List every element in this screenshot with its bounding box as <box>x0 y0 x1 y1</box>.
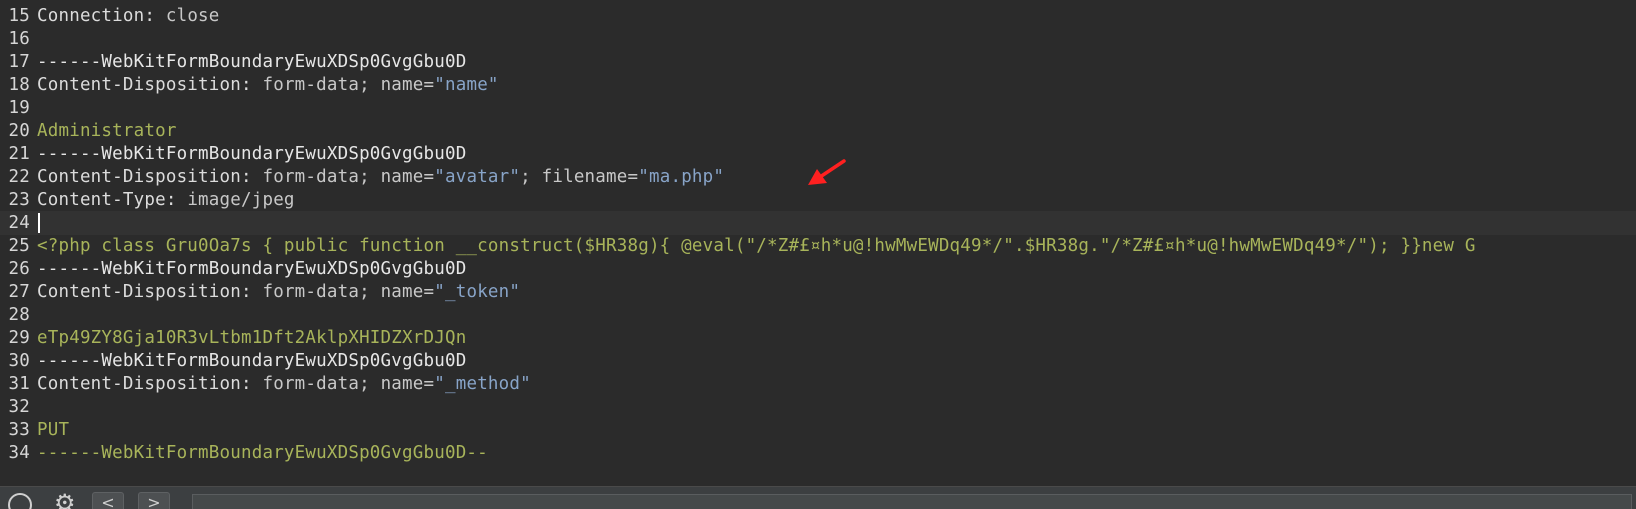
code-line: 32 <box>0 395 1636 419</box>
line-number: 32 <box>8 397 30 417</box>
line-number: 20 <box>8 121 30 141</box>
quoted-value: "avatar" <box>434 167 521 187</box>
line-number: 17 <box>8 52 30 72</box>
code-line: 23 Content-Type: image/jpeg <box>0 188 1636 212</box>
header-value: form-data; name= <box>262 75 435 95</box>
body-text: eTp49ZY8Gja10R3vLtbm1Dft2AklpXHIDZXrDJQn <box>37 328 467 348</box>
quoted-value: "name" <box>434 75 499 95</box>
filename-value: "ma.php" <box>638 167 725 187</box>
header-name: Connection: <box>37 6 166 26</box>
line-number: 25 <box>8 236 30 256</box>
header-name: Content-Disposition: <box>37 282 263 302</box>
previous-button[interactable]: < <box>92 492 124 509</box>
code-line: 28 <box>0 303 1636 327</box>
gear-icon[interactable]: ⚙ <box>54 491 76 509</box>
code-line: 27 Content-Disposition: form-data; name=… <box>0 280 1636 304</box>
line-number: 28 <box>8 305 30 325</box>
closing-boundary-text: ------WebKitFormBoundaryEwuXDSp0GvgGbu0D… <box>37 443 488 463</box>
text-caret <box>38 213 40 233</box>
header-value: form-data; name= <box>262 167 435 187</box>
quoted-value: "_method" <box>434 374 531 394</box>
current-code-line[interactable]: 24 <box>0 211 1636 235</box>
line-number: 21 <box>8 144 30 164</box>
line-number: 22 <box>8 167 30 187</box>
line-number: 26 <box>8 259 30 279</box>
line-number: 33 <box>8 420 30 440</box>
header-value: form-data; name= <box>262 374 435 394</box>
header-name: Content-Type: <box>37 190 188 210</box>
header-value: ; filename= <box>520 167 639 187</box>
header-value: close <box>165 6 220 26</box>
next-button[interactable]: > <box>138 492 170 509</box>
line-number: 18 <box>8 75 30 95</box>
quoted-value: "_token" <box>434 282 521 302</box>
line-number: 34 <box>8 443 30 463</box>
code-line: 25 <?php class Gru0Oa7s { public functio… <box>0 234 1636 258</box>
code-line: 29 eTp49ZY8Gja10R3vLtbm1Dft2AklpXHIDZXrD… <box>0 326 1636 350</box>
header-name: Content-Disposition: <box>37 167 263 187</box>
code-line: 16 <box>0 27 1636 51</box>
header-name: Content-Disposition: <box>37 374 263 394</box>
line-number: 29 <box>8 328 30 348</box>
boundary-text: ------WebKitFormBoundaryEwuXDSp0GvgGbu0D <box>37 259 467 279</box>
line-number: 27 <box>8 282 30 302</box>
line-number: 30 <box>8 351 30 371</box>
search-input[interactable] <box>192 494 1632 509</box>
code-line: 34 ------WebKitFormBoundaryEwuXDSp0GvgGb… <box>0 441 1636 465</box>
code-line: 31 Content-Disposition: form-data; name=… <box>0 372 1636 396</box>
header-value: form-data; name= <box>262 282 435 302</box>
code-line: 18 Content-Disposition: form-data; name=… <box>0 73 1636 97</box>
body-text: Administrator <box>37 121 177 141</box>
header-name: Content-Disposition: <box>37 75 263 95</box>
php-payload-text: <?php class Gru0Oa7s { public function _… <box>37 236 1476 256</box>
boundary-text: ------WebKitFormBoundaryEwuXDSp0GvgGbu0D <box>37 52 467 72</box>
code-line: 19 <box>0 96 1636 120</box>
code-line: 26 ------WebKitFormBoundaryEwuXDSp0GvgGb… <box>0 257 1636 281</box>
code-line: 30 ------WebKitFormBoundaryEwuXDSp0GvgGb… <box>0 349 1636 373</box>
boundary-text: ------WebKitFormBoundaryEwuXDSp0GvgGbu0D <box>37 144 467 164</box>
line-number: 24 <box>8 213 30 233</box>
line-number: 15 <box>8 6 30 26</box>
code-line: 20 Administrator <box>0 119 1636 143</box>
body-text: PUT <box>37 420 70 440</box>
red-arrow-annotation-icon <box>808 159 846 185</box>
line-number: 19 <box>8 98 30 118</box>
help-circle-icon[interactable] <box>8 493 32 509</box>
code-line: 33 PUT <box>0 418 1636 442</box>
code-line: 17 ------WebKitFormBoundaryEwuXDSp0GvgGb… <box>0 50 1636 74</box>
line-number: 16 <box>8 29 30 49</box>
request-editor[interactable]: 15 Connection: close 16 17 ------WebKitF… <box>0 0 1636 486</box>
header-value: image/jpeg <box>187 190 295 210</box>
code-line: 15 Connection: close <box>0 4 1636 28</box>
line-number: 31 <box>8 374 30 394</box>
line-number: 23 <box>8 190 30 210</box>
bottom-toolbar: ⚙ < > <box>0 486 1636 509</box>
boundary-text: ------WebKitFormBoundaryEwuXDSp0GvgGbu0D <box>37 351 467 371</box>
